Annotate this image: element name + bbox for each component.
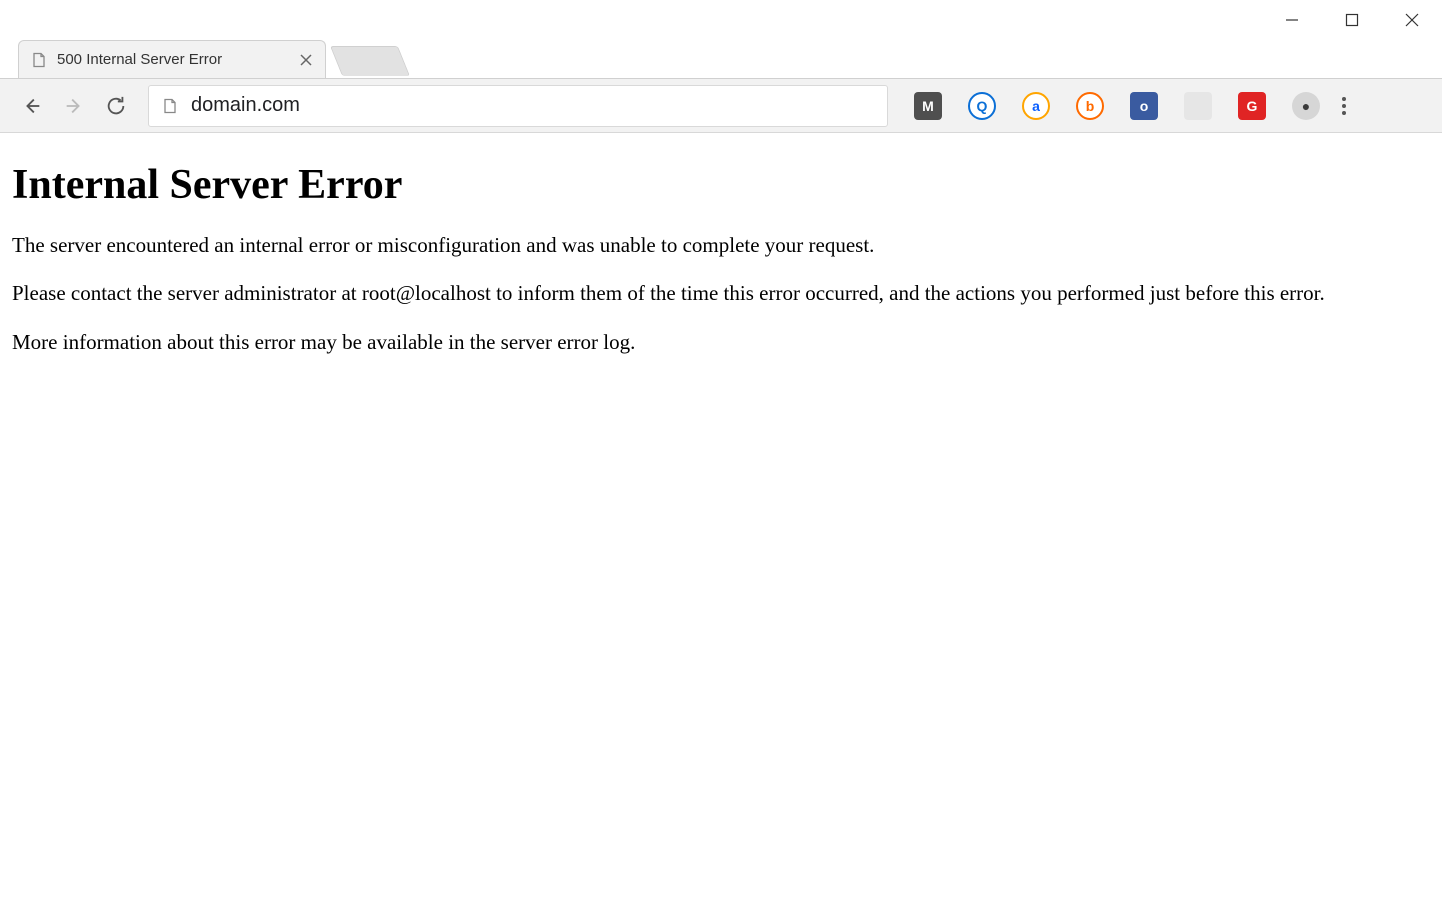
page-favicon-icon (31, 52, 47, 68)
a-circle-extension-icon[interactable]: a (1022, 92, 1050, 120)
browser-tab[interactable]: 500 Internal Server Error (18, 40, 326, 78)
video-extension-icon[interactable]: o (1130, 92, 1158, 120)
reload-button[interactable] (98, 88, 134, 124)
page-content: Internal Server Error The server encount… (0, 133, 1442, 388)
tab-title: 500 Internal Server Error (57, 51, 289, 68)
error-heading: Internal Server Error (12, 161, 1430, 209)
chrome-menu-button[interactable] (1326, 97, 1362, 115)
forward-button[interactable] (56, 88, 92, 124)
address-bar-url: domain.com (191, 94, 875, 117)
site-info-icon[interactable] (161, 97, 179, 115)
new-tab-button[interactable] (330, 46, 410, 76)
bag-extension-icon[interactable] (1184, 92, 1212, 120)
window-minimize-button[interactable] (1262, 0, 1322, 40)
tab-close-button[interactable] (299, 53, 313, 67)
tab-bar: 500 Internal Server Error (0, 40, 1442, 78)
window-maximize-button[interactable] (1322, 0, 1382, 40)
orange-b-extension-icon[interactable]: b (1076, 92, 1104, 120)
error-paragraph-2: Please contact the server administrator … (12, 279, 1430, 307)
address-bar[interactable]: domain.com (148, 85, 888, 127)
window-controls (0, 0, 1442, 40)
gmail-m-extension-icon[interactable]: M (914, 92, 942, 120)
blue-circle-extension-icon[interactable]: Q (968, 92, 996, 120)
browser-toolbar: domain.com MQabo G ● (0, 78, 1442, 133)
dark-circle-extension-icon[interactable]: ● (1292, 92, 1320, 120)
error-paragraph-1: The server encountered an internal error… (12, 231, 1430, 259)
extensions-area: MQabo G ● (914, 92, 1320, 120)
error-paragraph-3: More information about this error may be… (12, 328, 1430, 356)
back-button[interactable] (14, 88, 50, 124)
window-close-button[interactable] (1382, 0, 1442, 40)
grammarly-extension-icon[interactable]: G (1238, 92, 1266, 120)
